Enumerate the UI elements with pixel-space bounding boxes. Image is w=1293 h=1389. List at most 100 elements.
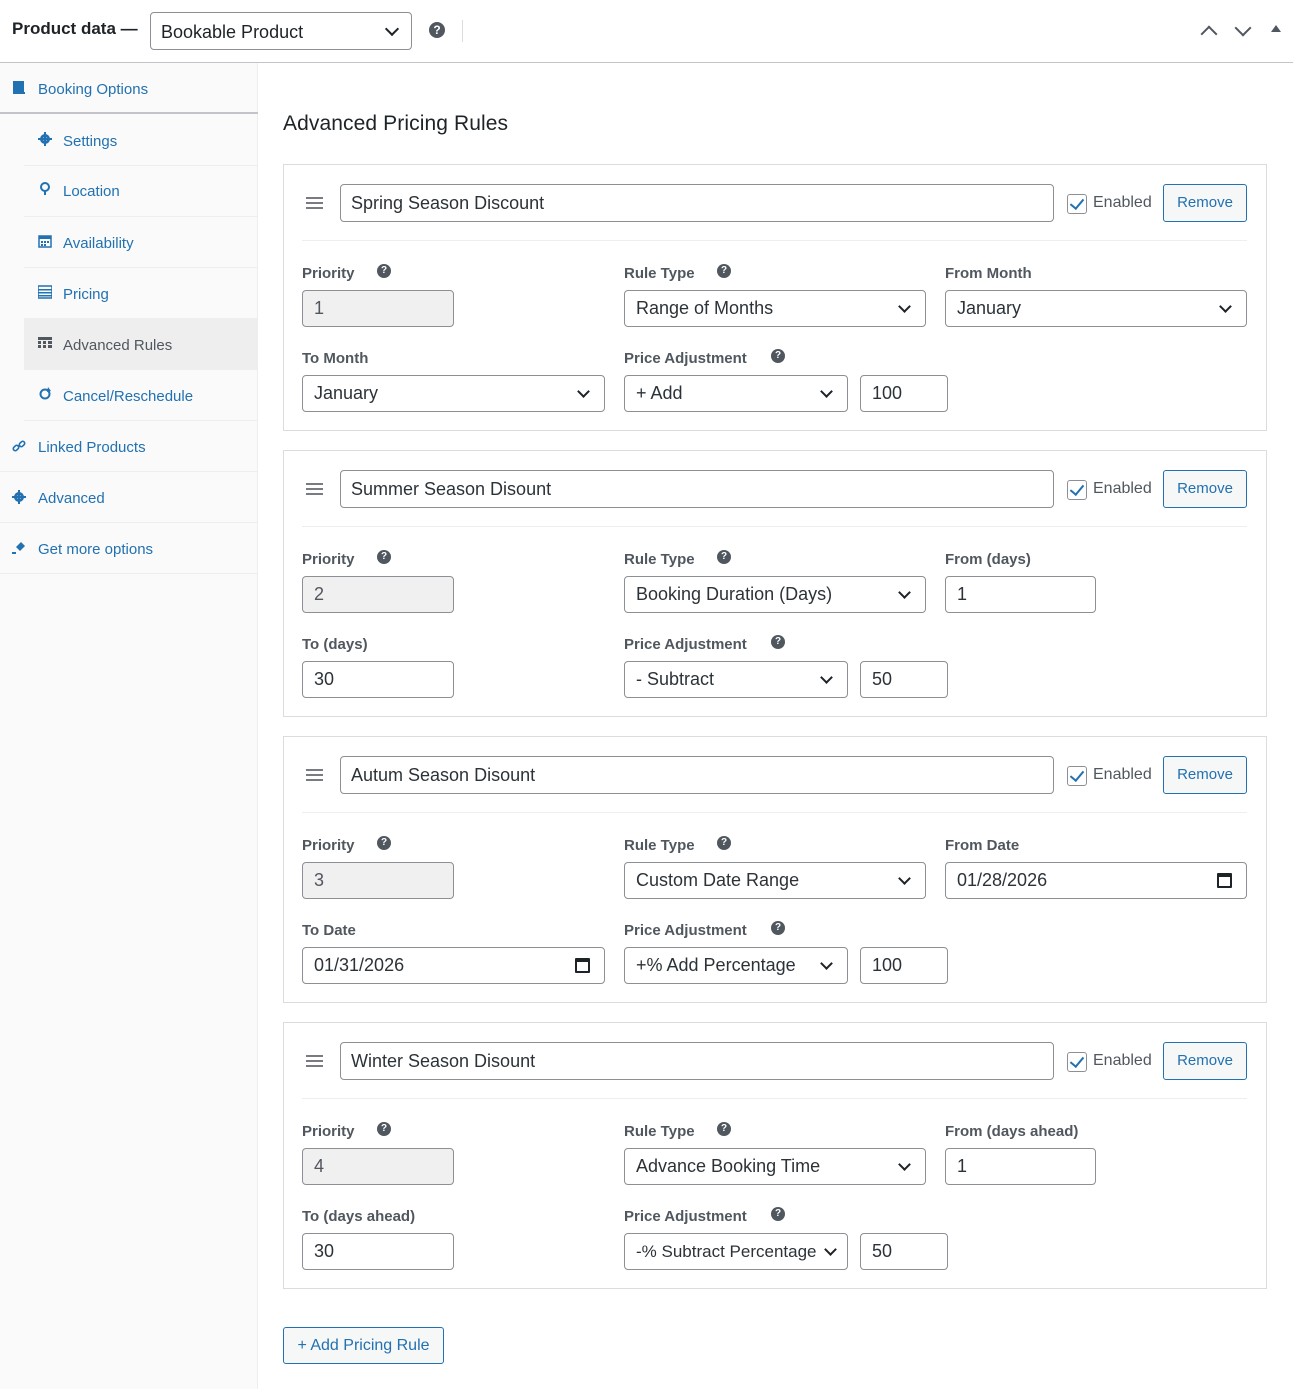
- plugin-icon: [12, 542, 25, 554]
- rule-name-input[interactable]: Summer Season Disount: [340, 470, 1054, 508]
- remove-button[interactable]: Remove: [1163, 184, 1247, 222]
- rule-name-input[interactable]: Winter Season Disount: [340, 1042, 1054, 1080]
- chevron-down-icon: [898, 586, 911, 599]
- list-icon: [38, 285, 52, 299]
- remove-button[interactable]: Remove: [1163, 756, 1247, 794]
- enabled-label: Enabled: [1093, 1052, 1152, 1069]
- chevron-down-icon: [820, 671, 833, 684]
- help-icon[interactable]: ?: [771, 1207, 785, 1221]
- from-date-input[interactable]: 01/28/2026: [945, 862, 1247, 899]
- add-pricing-rule-button[interactable]: + Add Pricing Rule: [283, 1327, 444, 1364]
- move-up-icon[interactable]: [1200, 25, 1218, 43]
- remove-button[interactable]: Remove: [1163, 1042, 1247, 1080]
- tab-settings[interactable]: Settings: [24, 116, 258, 166]
- enabled-label: Enabled: [1093, 480, 1152, 497]
- to-month-select[interactable]: January: [302, 375, 605, 412]
- help-icon[interactable]: ?: [377, 550, 391, 564]
- rule-name-input[interactable]: Autum Season Disount: [340, 756, 1054, 794]
- drag-handle-icon[interactable]: [306, 483, 323, 495]
- help-icon[interactable]: ?: [429, 22, 445, 38]
- tab-get-more-options[interactable]: Get more options: [0, 523, 258, 574]
- calendar-icon[interactable]: [1217, 873, 1232, 888]
- advanced-rules-panel: Advanced Pricing Rules Spring Season Dis…: [258, 63, 1293, 1389]
- collapse-toggle-icon[interactable]: [1271, 25, 1281, 32]
- help-icon[interactable]: ?: [717, 550, 731, 564]
- tab-advanced-rules[interactable]: Advanced Rules: [24, 319, 258, 370]
- help-icon[interactable]: ?: [717, 836, 731, 850]
- enabled-checkbox[interactable]: [1067, 1052, 1087, 1072]
- rule-type-select[interactable]: Range of Months: [624, 290, 926, 327]
- tab-cancel-reschedule[interactable]: Cancel/Reschedule: [24, 370, 258, 421]
- enabled-checkbox[interactable]: [1067, 194, 1087, 214]
- help-icon[interactable]: ?: [771, 349, 785, 363]
- tab-label: Booking Options: [38, 81, 149, 98]
- tab-booking-options[interactable]: Booking Options: [0, 63, 258, 114]
- tab-availability[interactable]: Availability: [24, 217, 258, 268]
- gear-icon: [12, 490, 26, 504]
- help-icon[interactable]: ?: [377, 836, 391, 850]
- adjustment-type-select[interactable]: +% Add Percentage: [624, 947, 848, 984]
- adjustment-type-value: +% Add Percentage: [636, 955, 796, 975]
- help-icon[interactable]: ?: [717, 264, 731, 278]
- from-month-label: From Month: [945, 265, 1032, 282]
- priority-label: Priority: [302, 1123, 355, 1140]
- tab-pricing[interactable]: Pricing: [24, 268, 258, 319]
- calendar-icon[interactable]: [575, 958, 590, 973]
- product-type-value: Bookable Product: [161, 22, 304, 42]
- priority-input[interactable]: 1: [302, 290, 454, 327]
- remove-button[interactable]: Remove: [1163, 470, 1247, 508]
- rule-type-label: Rule Type: [624, 551, 695, 568]
- rule-type-select[interactable]: Advance Booking Time: [624, 1148, 926, 1185]
- divider: [302, 526, 1247, 527]
- move-down-icon[interactable]: [1234, 19, 1252, 37]
- adjustment-value-input[interactable]: 100: [860, 375, 948, 412]
- to-days-ahead-label: To (days ahead): [302, 1208, 416, 1225]
- tab-linked-products[interactable]: Linked Products: [0, 421, 258, 472]
- to-date-label: To Date: [302, 922, 356, 939]
- drag-handle-icon[interactable]: [306, 1055, 323, 1067]
- to-date-input[interactable]: 01/31/2026: [302, 947, 605, 984]
- adjustment-value-input[interactable]: 50: [860, 661, 948, 698]
- drag-handle-icon[interactable]: [306, 197, 323, 209]
- priority-input[interactable]: 2: [302, 576, 454, 613]
- drag-handle-icon[interactable]: [306, 769, 323, 781]
- help-icon[interactable]: ?: [771, 635, 785, 649]
- from-days-input[interactable]: 1: [945, 576, 1096, 613]
- adjustment-type-select[interactable]: - Subtract: [624, 661, 848, 698]
- link-icon: [12, 440, 26, 452]
- pricing-rule: Winter Season Disount Enabled Remove Pri…: [283, 1022, 1267, 1289]
- priority-input[interactable]: 4: [302, 1148, 454, 1185]
- tab-label: Availability: [63, 235, 134, 252]
- enabled-checkbox[interactable]: [1067, 480, 1087, 500]
- help-icon[interactable]: ?: [377, 1122, 391, 1136]
- enabled-checkbox[interactable]: [1067, 766, 1087, 786]
- gear-icon: [38, 132, 52, 146]
- divider: [302, 812, 1247, 813]
- to-days-ahead-input[interactable]: 30: [302, 1233, 454, 1270]
- adjustment-value-input[interactable]: 100: [860, 947, 948, 984]
- help-icon[interactable]: ?: [377, 264, 391, 278]
- priority-label: Priority: [302, 265, 355, 282]
- rule-type-select[interactable]: Custom Date Range: [624, 862, 926, 899]
- table-icon: [38, 337, 52, 348]
- help-icon[interactable]: ?: [771, 921, 785, 935]
- adjustment-type-select[interactable]: -% Subtract Percentage: [624, 1233, 848, 1270]
- tab-location[interactable]: Location: [24, 166, 258, 217]
- chevron-down-icon: [820, 957, 833, 970]
- to-days-input[interactable]: 30: [302, 661, 454, 698]
- help-icon[interactable]: ?: [717, 1122, 731, 1136]
- adjustment-type-select[interactable]: + Add: [624, 375, 848, 412]
- product-type-select[interactable]: Bookable Product: [150, 12, 412, 50]
- from-month-select[interactable]: January: [945, 290, 1247, 327]
- from-days-ahead-input[interactable]: 1: [945, 1148, 1096, 1185]
- rule-type-value: Range of Months: [636, 298, 774, 318]
- chevron-down-icon: [1219, 300, 1232, 313]
- tab-advanced[interactable]: Advanced: [0, 472, 258, 523]
- adjustment-value-input[interactable]: 50: [860, 1233, 948, 1270]
- priority-input[interactable]: 3: [302, 862, 454, 899]
- adjustment-type-value: - Subtract: [636, 669, 715, 689]
- rule-type-select[interactable]: Booking Duration (Days): [624, 576, 926, 613]
- tab-label: Advanced: [38, 490, 105, 507]
- product-data-tabs: Booking Options Settings Location Availa…: [0, 63, 258, 1389]
- rule-name-input[interactable]: Spring Season Discount: [340, 184, 1054, 222]
